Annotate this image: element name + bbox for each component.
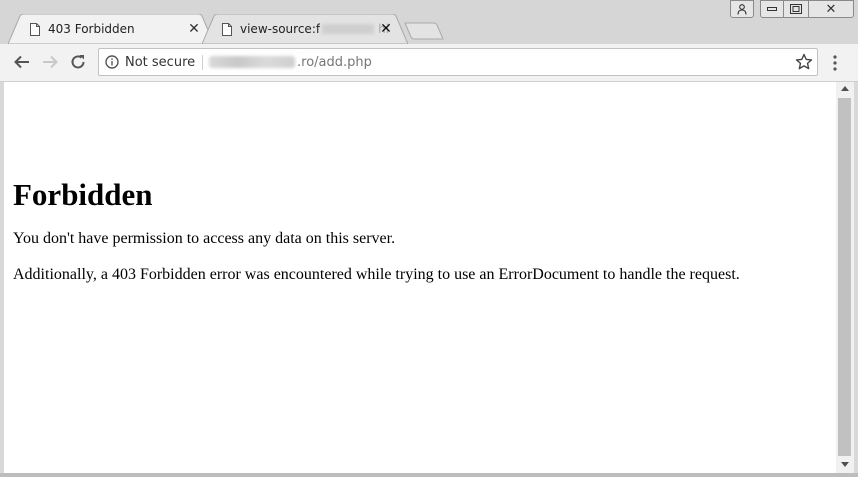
vertical-scrollbar[interactable]	[836, 82, 854, 473]
star-icon[interactable]	[795, 53, 813, 71]
url-text[interactable]: .ro/add.php	[209, 49, 372, 75]
tab-title: view-source:f	[240, 22, 321, 36]
tab-active[interactable]: 403 Forbidden ✕	[8, 14, 214, 44]
scroll-up-icon[interactable]	[841, 86, 849, 91]
security-indicator[interactable]: Not secure	[105, 49, 195, 75]
close-icon[interactable]: ✕	[378, 21, 394, 37]
user-glyph	[737, 3, 747, 15]
error-detail: Additionally, a 403 Forbidden error was …	[13, 266, 740, 283]
minimize-icon[interactable]	[760, 0, 784, 18]
page-viewport: Forbidden You don't have permission to a…	[4, 82, 836, 473]
document-icon	[222, 22, 232, 36]
tab-title: 403 Forbidden	[48, 22, 135, 36]
restore-glyph	[790, 4, 802, 14]
forward-arrow-glyph	[43, 55, 58, 69]
scroll-down-icon[interactable]	[841, 462, 849, 467]
minimize-glyph	[767, 7, 777, 11]
kebab-menu-icon[interactable]	[826, 52, 844, 74]
blurred-domain	[209, 56, 295, 68]
scroll-thumb[interactable]	[838, 98, 851, 456]
window-close-icon[interactable]: ✕	[808, 0, 854, 18]
window-frame-bottom	[0, 473, 858, 477]
page-title: Forbidden	[13, 177, 153, 212]
blurred-text	[322, 24, 375, 34]
tab-view-source[interactable]: view-source:f hi ✕	[202, 14, 408, 44]
reload-glyph	[71, 55, 85, 69]
divider	[202, 55, 203, 70]
address-bar[interactable]: Not secure .ro/add.php	[98, 48, 818, 76]
user-icon[interactable]	[730, 0, 754, 18]
error-page: Forbidden You don't have permission to a…	[13, 82, 836, 285]
back-arrow-icon[interactable]	[12, 52, 32, 72]
back-arrow-glyph	[14, 55, 29, 69]
security-label: Not secure	[125, 54, 196, 70]
document-icon	[30, 22, 40, 36]
forward-arrow-icon[interactable]	[40, 52, 60, 72]
new-tab-button[interactable]	[404, 22, 444, 40]
tab-content: 403 Forbidden	[30, 14, 135, 44]
restore-icon[interactable]	[783, 0, 809, 18]
reload-icon[interactable]	[68, 52, 88, 72]
error-message: You don't have permission to access any …	[13, 230, 396, 247]
info-icon	[105, 55, 119, 69]
kebab-glyph	[833, 55, 837, 71]
toolbar: Not secure .ro/add.php	[0, 44, 858, 82]
tab-content: view-source:f hi	[222, 14, 389, 44]
close-icon[interactable]: ✕	[186, 21, 202, 37]
tab-strip: 403 Forbidden ✕ view-source:f hi ✕ ✕	[0, 0, 858, 44]
browser-window: 403 Forbidden ✕ view-source:f hi ✕ ✕ Not…	[0, 0, 858, 477]
url-suffix: .ro/add.php	[297, 54, 372, 70]
window-close-glyph: ✕	[825, 1, 837, 17]
